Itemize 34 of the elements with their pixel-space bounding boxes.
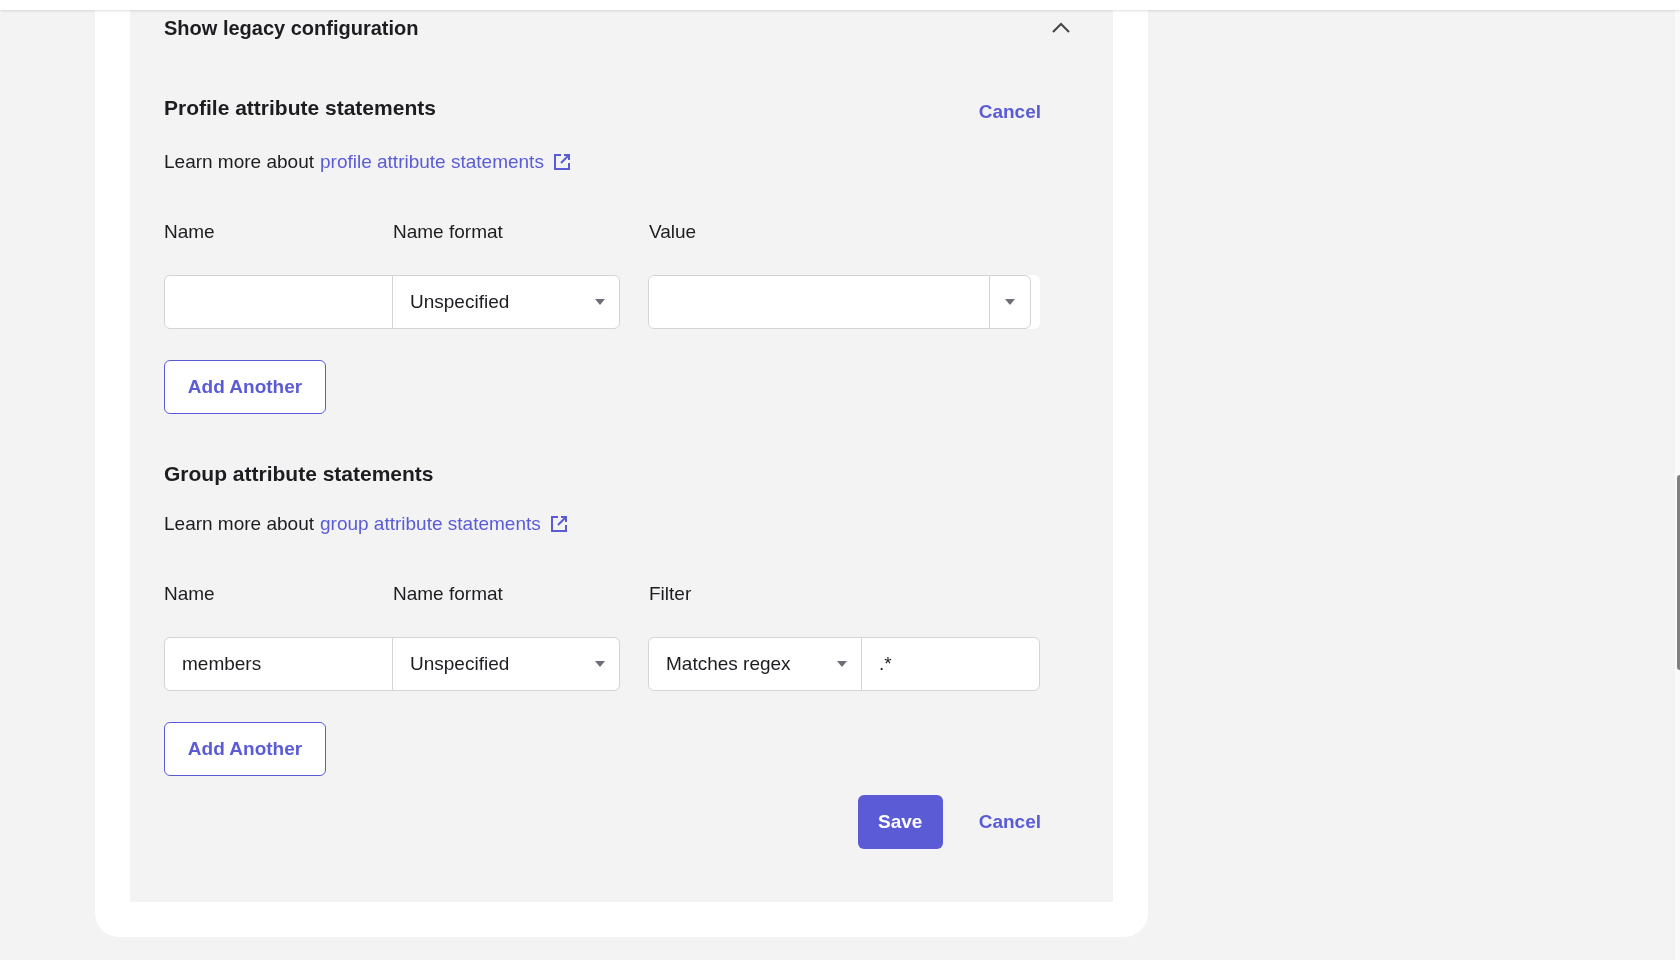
- section-heading: Group attribute statements: [164, 461, 434, 487]
- dropdown[interactable]: Matches regex: [648, 637, 862, 691]
- caret-icon: [595, 299, 605, 305]
- add-another-button[interactable]: Add Another: [164, 722, 326, 776]
- caret-icon: [595, 661, 605, 667]
- column-label: Name: [164, 220, 216, 244]
- learn-more-text: Learn more about: [164, 150, 314, 174]
- section-heading: Profile attribute statements: [164, 95, 436, 121]
- dropdown-button[interactable]: [989, 275, 1031, 329]
- column-label: Name: [164, 582, 216, 606]
- dropdown[interactable]: Unspecified: [392, 275, 620, 329]
- column-label: Name format: [393, 220, 504, 244]
- docs-link[interactable]: group attribute statements: [320, 511, 541, 537]
- column-label: Name format: [393, 582, 504, 606]
- learn-more-text: Learn more about: [164, 512, 314, 536]
- external-link-icon[interactable]: [548, 514, 569, 534]
- value-field[interactable]: [648, 275, 990, 329]
- column-label: Value: [649, 220, 697, 244]
- section-title: Show legacy configuration: [164, 16, 419, 40]
- caret-icon: [837, 661, 847, 667]
- dropdown[interactable]: Unspecified: [392, 637, 620, 691]
- docs-link[interactable]: profile attribute statements: [320, 149, 544, 175]
- name-field[interactable]: [164, 275, 393, 329]
- column-label: Filter: [649, 582, 692, 606]
- cancel-link[interactable]: Cancel: [978, 98, 1041, 126]
- cancel-link[interactable]: Cancel: [978, 807, 1041, 837]
- save-button[interactable]: Save: [857, 795, 943, 849]
- add-another-button[interactable]: Add Another: [164, 360, 326, 414]
- collapse-chevron-icon[interactable]: [1051, 22, 1071, 34]
- external-link-icon[interactable]: [551, 152, 572, 172]
- filter-field[interactable]: .*: [861, 637, 1040, 691]
- scrollbar-thumb[interactable]: [1677, 475, 1680, 670]
- caret-icon: [1005, 299, 1015, 305]
- name-field[interactable]: members: [164, 637, 393, 691]
